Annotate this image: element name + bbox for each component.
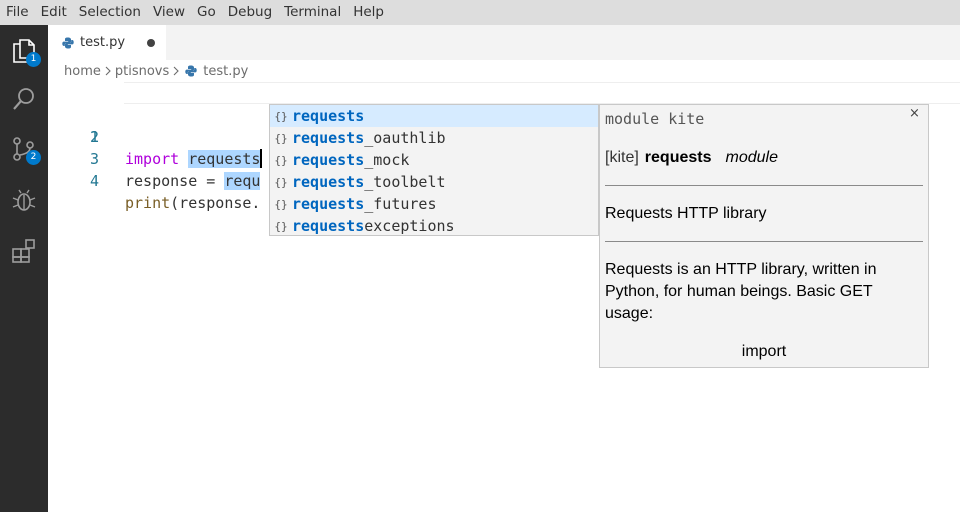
extensions-icon [12, 239, 35, 263]
current-line-highlight [124, 82, 960, 104]
code-text: (response. [170, 194, 261, 212]
search-button[interactable] [0, 75, 48, 123]
line-code: print(response. [125, 192, 260, 214]
debug-button[interactable] [0, 176, 48, 224]
details-code-sample: import [741, 343, 787, 360]
module-name: requests [644, 149, 712, 166]
module-kind: module [725, 149, 778, 166]
module-icon: {} [274, 175, 288, 189]
menu-selection[interactable]: Selection [73, 0, 147, 25]
suggest-rest: exceptions [364, 217, 455, 235]
suggest-match: requests [292, 173, 365, 191]
python-file-icon [62, 37, 74, 48]
code-line-1[interactable]: 1 import requests [48, 82, 960, 168]
suggest-item[interactable]: {} requests _oauthlib [270, 127, 598, 149]
module-icon: {} [274, 219, 288, 233]
line-number: 4 [89, 172, 99, 190]
kite-tag: [kite] [605, 149, 639, 166]
menu-help[interactable]: Help [347, 0, 390, 25]
code-text: response = [125, 172, 225, 190]
suggest-rest: _futures [364, 195, 437, 213]
suggest-rest: _mock [364, 151, 410, 169]
menu-file[interactable]: File [0, 0, 35, 25]
details-title: [kite] requests module [605, 149, 778, 167]
breadcrumb-ptisnovs[interactable]: ptisnovs [115, 64, 169, 79]
python-file-icon [185, 65, 197, 77]
breadcrumb-file-label: test.py [203, 63, 249, 79]
module-icon: {} [274, 153, 288, 167]
module-icon: {} [274, 131, 288, 145]
divider [605, 241, 923, 242]
module-icon: {} [274, 109, 288, 123]
module-icon: {} [274, 197, 288, 211]
line-code: response = requ [125, 170, 261, 192]
close-icon[interactable]: × [909, 106, 920, 121]
suggest-match: requests [292, 129, 365, 147]
bug-icon [12, 189, 36, 211]
suggest-match: requests [292, 195, 365, 213]
suggest-rest: _toolbelt [364, 173, 446, 191]
explorer-button[interactable]: 1 [0, 27, 48, 75]
suggest-match: requests [292, 107, 365, 125]
suggest-rest: _oauthlib [364, 129, 446, 147]
details-description: Requests is an HTTP library, written in … [605, 261, 877, 322]
activity-bar: 1 2 [0, 25, 48, 512]
divider [605, 185, 923, 186]
suggest-item[interactable]: {} requests [270, 105, 598, 127]
suggest-widget: {} requests {} requests _oauthlib {} requ… [269, 104, 599, 236]
menu-view[interactable]: View [147, 0, 191, 25]
scm-badge: 2 [26, 150, 41, 165]
suggest-match: requests [292, 151, 365, 169]
menu-bar: File Edit Selection View Go Debug Termin… [0, 0, 960, 25]
menu-edit[interactable]: Edit [35, 0, 73, 25]
menu-terminal[interactable]: Terminal [278, 0, 347, 25]
explorer-badge: 1 [26, 52, 41, 67]
function-print: print [125, 194, 171, 212]
suggest-details-panel: module kite × [kite] requests module Reque… [599, 104, 929, 368]
tab-label: test.py [80, 35, 126, 50]
suggest-item[interactable]: {} requests _futures [270, 193, 598, 215]
breadcrumb-file[interactable]: test.py [183, 64, 248, 79]
word-highlight: requ [224, 172, 261, 190]
suggest-match: requests [292, 217, 365, 235]
tab-bar: test.py [48, 25, 960, 60]
chevron-right-icon [169, 66, 183, 76]
menu-go[interactable]: Go [191, 0, 222, 25]
breadcrumb-home[interactable]: home [64, 64, 101, 79]
tab-test-py[interactable]: test.py [48, 25, 166, 60]
source-control-button[interactable]: 2 [0, 125, 48, 173]
details-summary: Requests HTTP library [605, 205, 767, 222]
search-icon [13, 88, 34, 110]
extensions-button[interactable] [0, 227, 48, 275]
breadcrumb: home ptisnovs test.py [48, 60, 960, 82]
menu-debug[interactable]: Debug [222, 0, 278, 25]
suggest-item[interactable]: {} requests _toolbelt [270, 171, 598, 193]
details-header: module kite [605, 110, 705, 128]
suggest-item[interactable]: {} requests exceptions [270, 215, 598, 237]
unsaved-dot-icon[interactable] [147, 39, 155, 47]
suggest-item[interactable]: {} requests _mock [270, 149, 598, 171]
chevron-right-icon [101, 66, 115, 76]
